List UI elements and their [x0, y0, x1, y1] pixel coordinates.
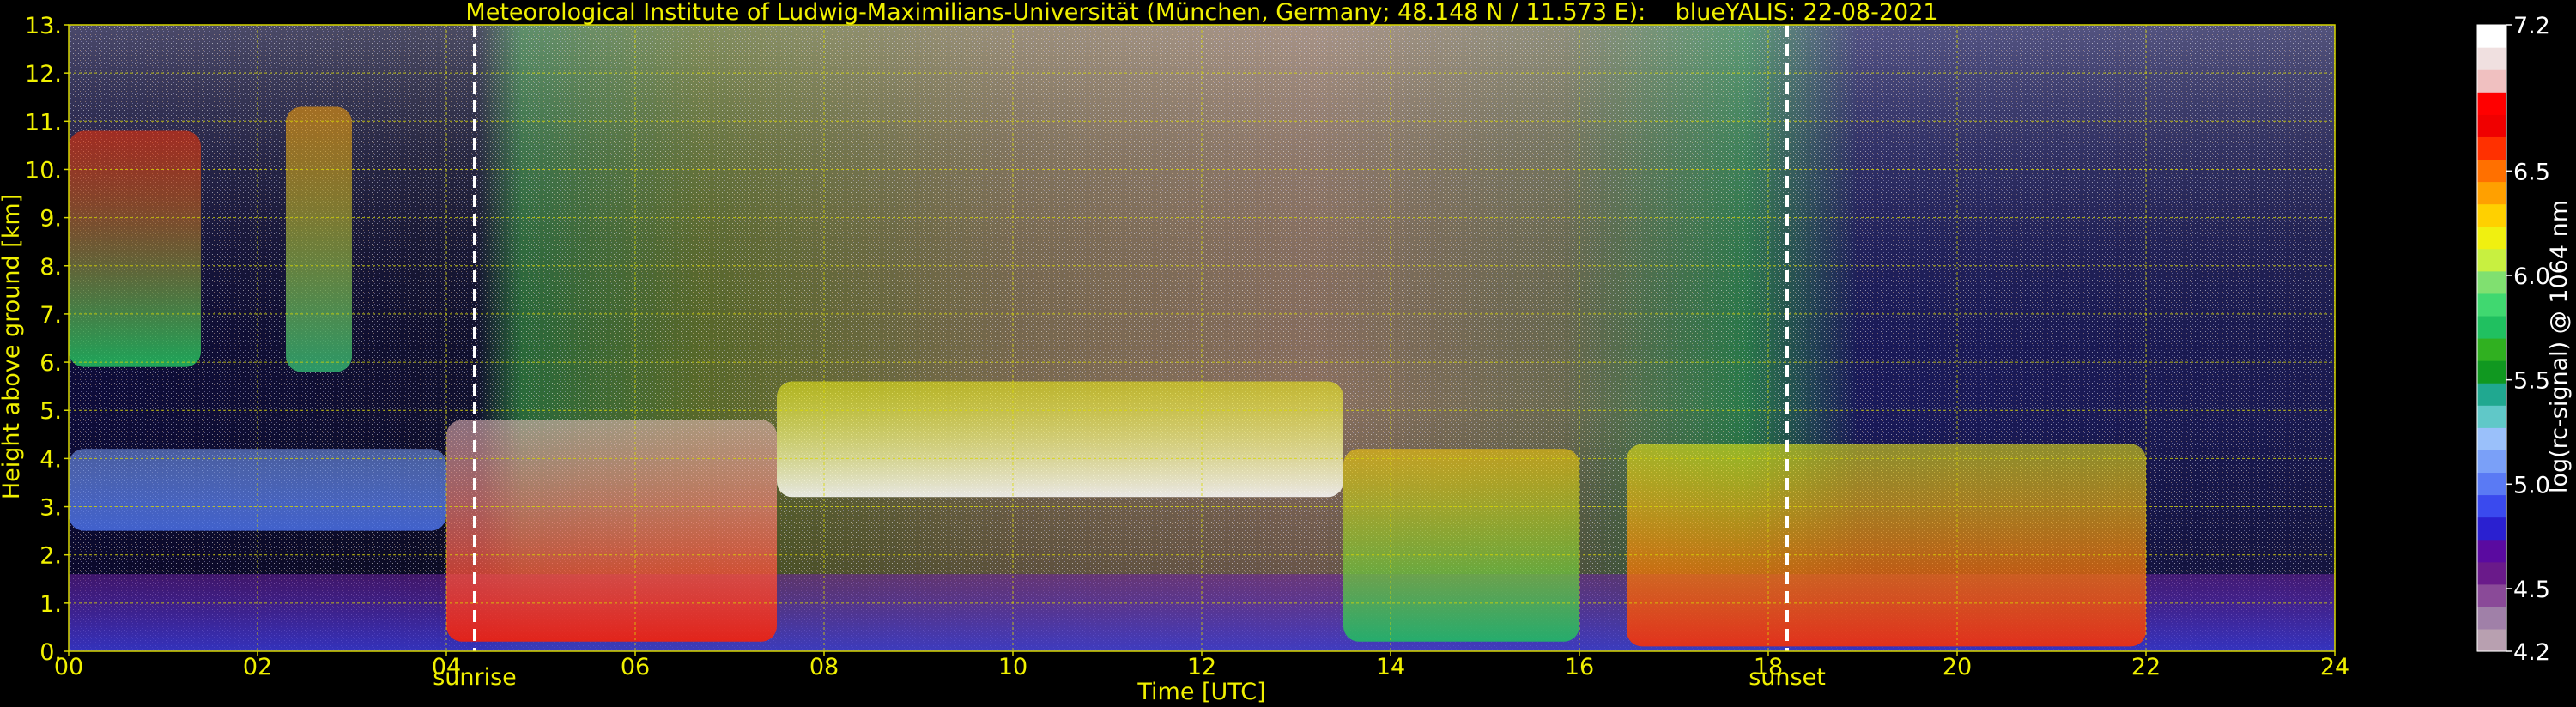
- colorbar-segment: [2477, 539, 2506, 563]
- x-tick-label: 20: [1943, 654, 1972, 680]
- colorbar-segment: [2477, 226, 2506, 250]
- colorbar-tick-label: 4.2: [2513, 639, 2550, 666]
- colorbar-segment: [2477, 293, 2506, 317]
- colorbar-segment: [2477, 69, 2506, 93]
- x-tick-label: 22: [2131, 654, 2161, 680]
- colorbar-tick-label: 6.5: [2513, 159, 2550, 185]
- y-tick-label: 3.: [39, 495, 62, 522]
- y-tick-label: 9.: [39, 206, 62, 233]
- y-tick-label: 6.: [39, 350, 62, 377]
- colorbar-segment: [2477, 136, 2506, 160]
- colorbar-tick-label: 6.0: [2513, 263, 2550, 290]
- x-axis-ticks: 00 02 04 06 08 10 12 14 16 18 20 22 24: [54, 651, 2349, 680]
- x-tick-label: 08: [809, 654, 839, 680]
- backscatter-layer: [286, 106, 352, 372]
- y-tick-label: 8.: [39, 254, 62, 281]
- colorbar: [2477, 25, 2506, 652]
- colorbar-segment: [2477, 114, 2506, 137]
- colorbar-segment: [2477, 405, 2506, 428]
- colorbar-segment: [2477, 360, 2506, 384]
- colorbar-segment: [2477, 561, 2506, 585]
- backscatter-layer: [1627, 444, 2146, 647]
- colorbar-segment: [2477, 583, 2506, 607]
- y-tick-label: 0.: [39, 639, 62, 666]
- colorbar-tick-label: 4.5: [2513, 577, 2550, 603]
- colorbar-segment: [2477, 517, 2506, 541]
- colorbar-segment: [2477, 450, 2506, 474]
- colorbar-tick-label: 5.5: [2513, 368, 2550, 395]
- y-tick-label: 4.: [39, 446, 62, 473]
- colorbar-segment: [2477, 47, 2506, 70]
- colorbar-segment: [2477, 25, 2506, 48]
- colorbar-segment: [2477, 92, 2506, 115]
- colorbar-label: log(rc-signal) @ 1064 nm: [2546, 200, 2573, 493]
- y-tick-label: 7.: [39, 302, 62, 329]
- x-tick-label: 10: [998, 654, 1027, 680]
- colorbar-segment: [2477, 270, 2506, 294]
- colorbar-tick-label: 5.0: [2513, 472, 2550, 499]
- y-tick-label: 13.: [25, 13, 62, 39]
- y-tick-label: 2.: [39, 543, 62, 570]
- x-tick-label: 06: [621, 654, 650, 680]
- colorbar-segment: [2477, 181, 2506, 205]
- colorbar-segment: [2477, 494, 2506, 518]
- colorbar-segment: [2477, 248, 2506, 272]
- y-tick-label: 5.: [39, 398, 62, 425]
- x-tick-label: 18: [1754, 654, 1783, 680]
- y-tick-label: 10.: [25, 157, 62, 184]
- lidar-quicklook: sunrise sunset 00 02 04 06 08 10 12 14 16 18 20 22 24…: [0, 0, 2573, 705]
- y-tick-label: 12.: [25, 61, 62, 88]
- x-tick-label: 02: [243, 654, 272, 680]
- x-tick-label: 14: [1376, 654, 1405, 680]
- colorbar-segment: [2477, 315, 2506, 339]
- colorbar-segment: [2477, 628, 2506, 652]
- x-tick-label: 24: [2320, 654, 2349, 680]
- colorbar-segment: [2477, 203, 2506, 227]
- colorbar-tick-label: 7.2: [2513, 13, 2550, 39]
- colorbar-segment: [2477, 159, 2506, 183]
- backscatter-layer: [777, 381, 1343, 498]
- backscatter-layer: [446, 420, 777, 642]
- colorbar-segment: [2477, 383, 2506, 406]
- backscatter-layer: [69, 130, 201, 367]
- x-tick-label: 12: [1187, 654, 1216, 680]
- chart-title: Meteorological Institute of Ludwig-Maxim…: [465, 0, 1937, 26]
- x-axis-label: Time [UTC]: [1136, 679, 1265, 705]
- colorbar-segment: [2477, 338, 2506, 361]
- x-tick-label: 04: [432, 654, 461, 680]
- x-tick-label: 16: [1565, 654, 1594, 680]
- colorbar-segment: [2477, 427, 2506, 450]
- backscatter-layer: [1343, 449, 1579, 642]
- y-axis-ticks: 0. 1. 2. 3. 4. 5. 6. 7. 8. 9. 10. 11. 12. 13.: [25, 13, 69, 666]
- colorbar-segment: [2477, 472, 2506, 496]
- y-tick-label: 11.: [25, 109, 62, 136]
- colorbar-ticks: 4.2 4.5 5.0 5.5 6.0 6.5 7.2: [2506, 13, 2550, 666]
- y-tick-label: 1.: [39, 591, 62, 618]
- colorbar-segment: [2477, 606, 2506, 630]
- y-axis-label: Height above ground [km]: [0, 194, 25, 499]
